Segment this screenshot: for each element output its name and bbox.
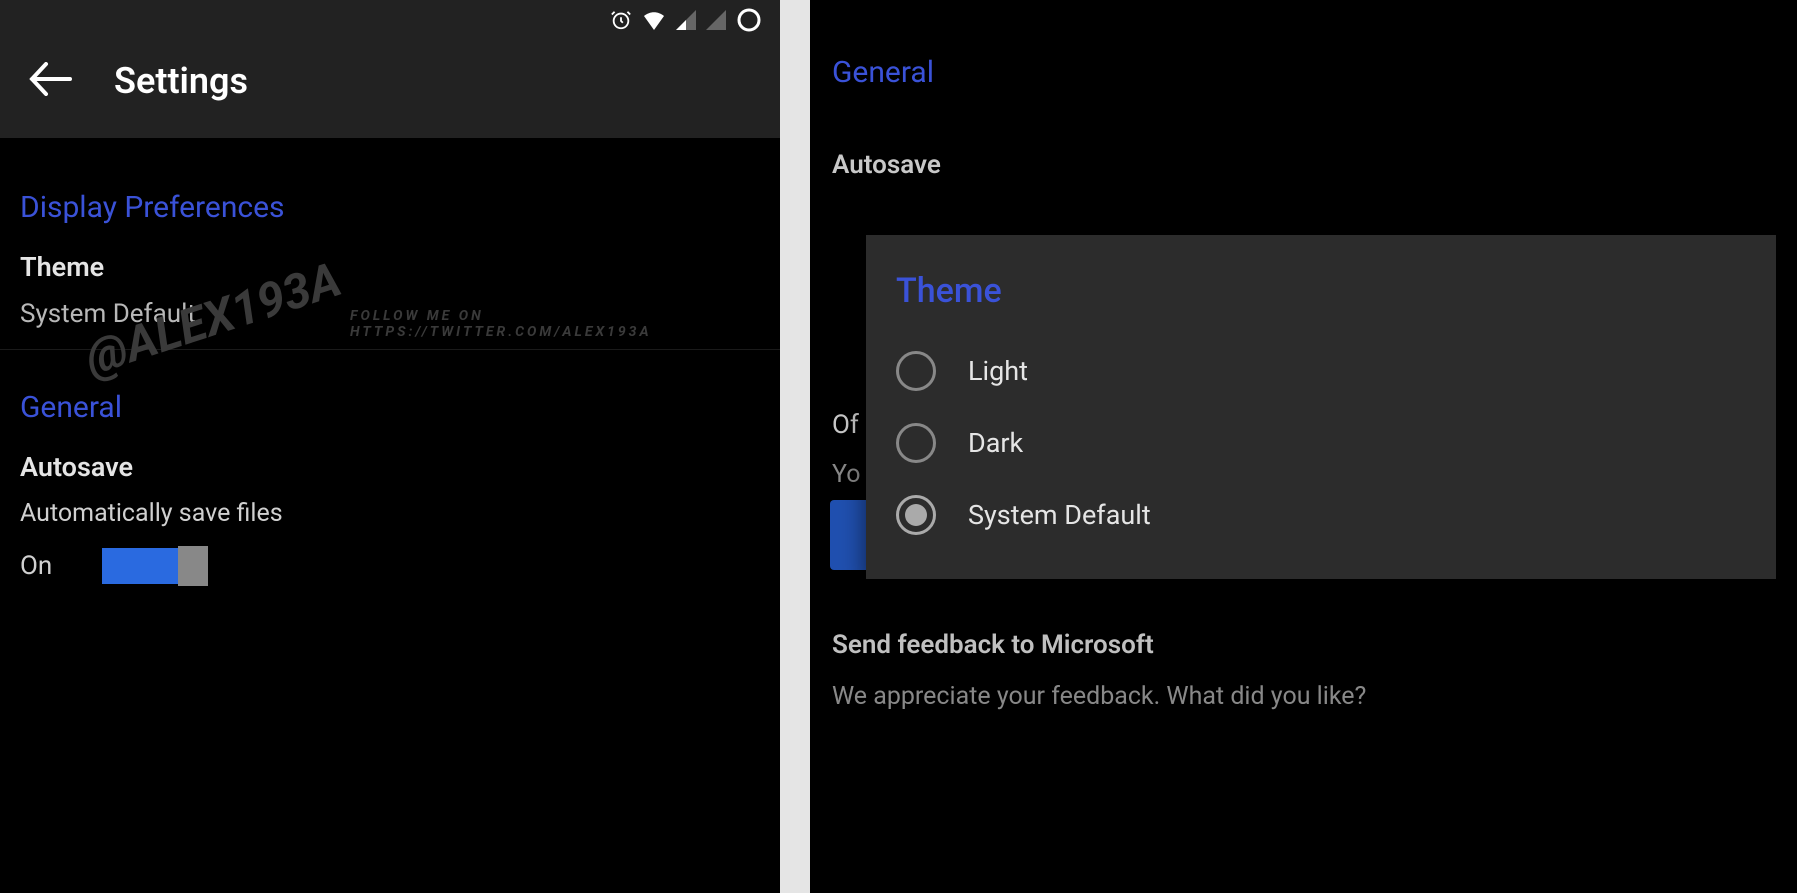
autosave-title: Autosave: [20, 451, 760, 483]
feedback-title: Send feedback to Microsoft: [832, 630, 1775, 660]
autosave-setting-row: Autosave Automatically save files On: [0, 445, 780, 604]
theme-dialog: Theme Light Dark System Default: [866, 235, 1776, 579]
app-header: Settings: [0, 40, 780, 138]
screenshot-divider: [780, 0, 810, 893]
radio-label: Light: [968, 355, 1028, 387]
radio-icon-selected: [896, 495, 936, 535]
theme-setting-row[interactable]: Theme System Default: [0, 245, 780, 350]
theme-option-system-default[interactable]: System Default: [896, 479, 1746, 551]
radio-icon: [896, 351, 936, 391]
theme-option-dark[interactable]: Dark: [896, 407, 1746, 479]
theme-option-light[interactable]: Light: [896, 335, 1746, 407]
status-bar: [0, 0, 780, 40]
offline-sub-partial: Yo: [832, 460, 860, 489]
autosave-bg-label: Autosave: [832, 150, 941, 192]
toggle-knob: [178, 546, 208, 586]
section-general: General: [0, 350, 780, 445]
radio-dot: [905, 504, 927, 526]
settings-screen-left: Settings Display Preferences Theme Syste…: [0, 0, 780, 893]
theme-value: System Default: [20, 299, 760, 329]
offline-row-partial: Of: [832, 410, 859, 440]
autosave-subtitle: Automatically save files: [20, 499, 760, 528]
circle-icon: [736, 7, 762, 33]
signal-2-icon: [706, 10, 726, 30]
autosave-toggle[interactable]: [102, 548, 208, 584]
dialog-title: Theme: [896, 271, 1746, 311]
settings-screen-right: General Autosave Of Yo Send feedback to …: [810, 0, 1797, 893]
page-title: Settings: [114, 60, 248, 102]
back-arrow-icon[interactable]: [28, 62, 72, 100]
alarm-icon: [610, 9, 632, 31]
section-display-preferences: Display Preferences: [0, 138, 780, 245]
feedback-row[interactable]: Send feedback to Microsoft We appreciate…: [832, 630, 1775, 711]
radio-label: System Default: [968, 499, 1151, 531]
theme-title: Theme: [20, 251, 760, 283]
signal-1-icon: [676, 10, 696, 30]
radio-icon: [896, 423, 936, 463]
section-general-right: General: [810, 0, 1797, 110]
wifi-icon: [642, 10, 666, 30]
autosave-state-label: On: [20, 551, 52, 581]
feedback-subtitle: We appreciate your feedback. What did yo…: [832, 682, 1775, 711]
radio-label: Dark: [968, 427, 1023, 459]
